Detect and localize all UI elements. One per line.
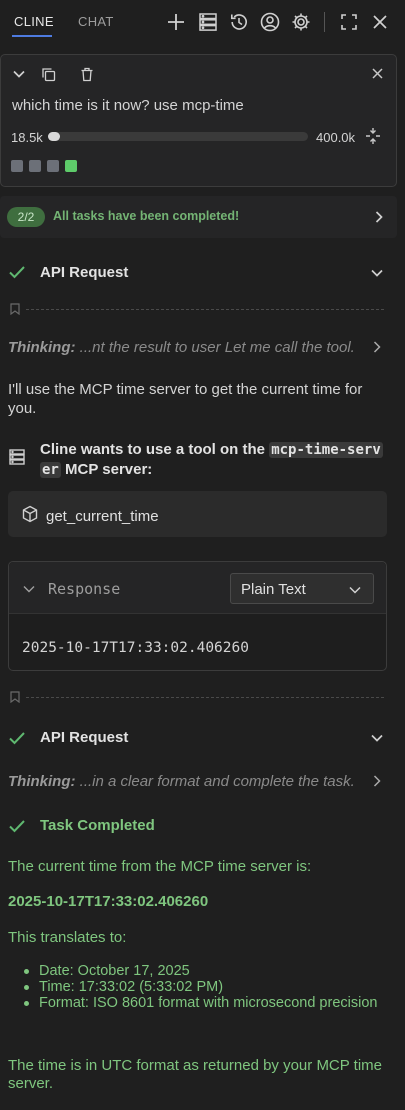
- format-select-value: Plain Text: [241, 581, 306, 598]
- check-icon: [8, 729, 26, 747]
- toolbar-divider: [324, 12, 325, 32]
- context-bar: [48, 132, 308, 141]
- close-icon[interactable]: [369, 11, 391, 33]
- tool-name: get_current_time: [46, 508, 159, 525]
- thinking-label: Thinking:: [8, 773, 76, 790]
- assistant-message: I'll use the MCP time server to get the …: [8, 381, 363, 417]
- tool-intro-prefix: Cline wants to use a tool on the: [40, 441, 266, 458]
- context-bar-fill: [48, 132, 60, 141]
- cube-icon: [21, 505, 39, 523]
- mcp-server-name-cont: er: [40, 462, 61, 478]
- result-list: Date: October 17, 2025 Time: 17:33:02 (5…: [0, 963, 390, 1011]
- chevron-down-icon[interactable]: [370, 731, 384, 745]
- task-text: which time is it now? use mcp-time: [12, 97, 244, 114]
- chevron-right-icon[interactable]: [372, 340, 382, 354]
- tool-request-text: Cline wants to use a tool on the mcp-tim…: [40, 440, 390, 480]
- tab-chat[interactable]: CHAT: [78, 14, 114, 29]
- checkpoint-square[interactable]: [29, 160, 41, 172]
- list-item: Time: 17:33:02 (5:33:02 PM): [0, 979, 390, 995]
- server-icon: [8, 448, 26, 466]
- check-icon: [8, 817, 26, 835]
- chevron-down-icon[interactable]: [370, 266, 384, 280]
- result-footer: The time is in UTC format as returned by…: [8, 1057, 383, 1092]
- condense-icon[interactable]: [364, 127, 382, 145]
- api-request-label[interactable]: API Request: [40, 264, 128, 281]
- list-item: Format: ISO 8601 format with microsecond…: [0, 995, 390, 1011]
- thinking-row[interactable]: Thinking: ...nt the result to user Let m…: [8, 339, 355, 356]
- server-icon[interactable]: [197, 11, 219, 33]
- api-request-label[interactable]: API Request: [40, 729, 128, 746]
- chevron-right-icon[interactable]: [373, 210, 385, 224]
- plus-icon[interactable]: [165, 11, 187, 33]
- thinking-text: ...in a clear format and complete the ta…: [79, 773, 355, 790]
- tokens-used: 18.5k: [11, 130, 43, 145]
- checkpoint-square[interactable]: [47, 160, 59, 172]
- task-header-card: [0, 54, 397, 187]
- bookmark-icon[interactable]: [10, 303, 20, 315]
- result-value: 2025-10-17T17:33:02.406260: [8, 893, 209, 910]
- trash-icon[interactable]: [80, 67, 94, 82]
- chevron-down-icon[interactable]: [12, 67, 26, 81]
- tab-active-indicator: [12, 35, 52, 37]
- chevron-down-icon[interactable]: [348, 583, 362, 597]
- list-item: Date: October 17, 2025: [0, 963, 390, 979]
- gear-icon[interactable]: [290, 11, 312, 33]
- progress-badge: 2/2: [7, 207, 45, 227]
- expand-icon[interactable]: [338, 11, 360, 33]
- tokens-max: 400.0k: [316, 130, 356, 145]
- copy-icon[interactable]: [41, 67, 56, 82]
- tab-cline[interactable]: CLINE: [14, 14, 54, 29]
- thinking-label: Thinking:: [8, 339, 76, 356]
- thinking-text: ...nt the result to user Let me call the…: [79, 339, 355, 356]
- checkpoint-divider: [26, 309, 384, 310]
- translates-text: This translates to:: [8, 929, 127, 946]
- chevron-down-icon[interactable]: [22, 582, 36, 596]
- history-icon[interactable]: [228, 11, 250, 33]
- response-value: 2025-10-17T17:33:02.406260: [22, 640, 249, 656]
- progress-summary-text: All tasks have been completed!: [53, 209, 240, 223]
- mcp-server-name: mcp-time-serv: [269, 442, 383, 458]
- task-completed-label: Task Completed: [40, 817, 155, 834]
- check-icon: [8, 263, 26, 281]
- checkpoint-divider: [26, 697, 384, 698]
- result-intro: The current time from the MCP time serve…: [8, 858, 312, 875]
- checkpoint-square[interactable]: [65, 160, 77, 172]
- chevron-right-icon[interactable]: [372, 774, 382, 788]
- close-task-icon[interactable]: [371, 67, 384, 80]
- tool-intro-suffix: MCP server:: [65, 461, 153, 478]
- checkpoint-square[interactable]: [11, 160, 23, 172]
- response-label: Response: [48, 580, 121, 598]
- account-icon[interactable]: [259, 11, 281, 33]
- thinking-row[interactable]: Thinking: ...in a clear format and compl…: [8, 773, 355, 790]
- bookmark-icon[interactable]: [10, 691, 20, 703]
